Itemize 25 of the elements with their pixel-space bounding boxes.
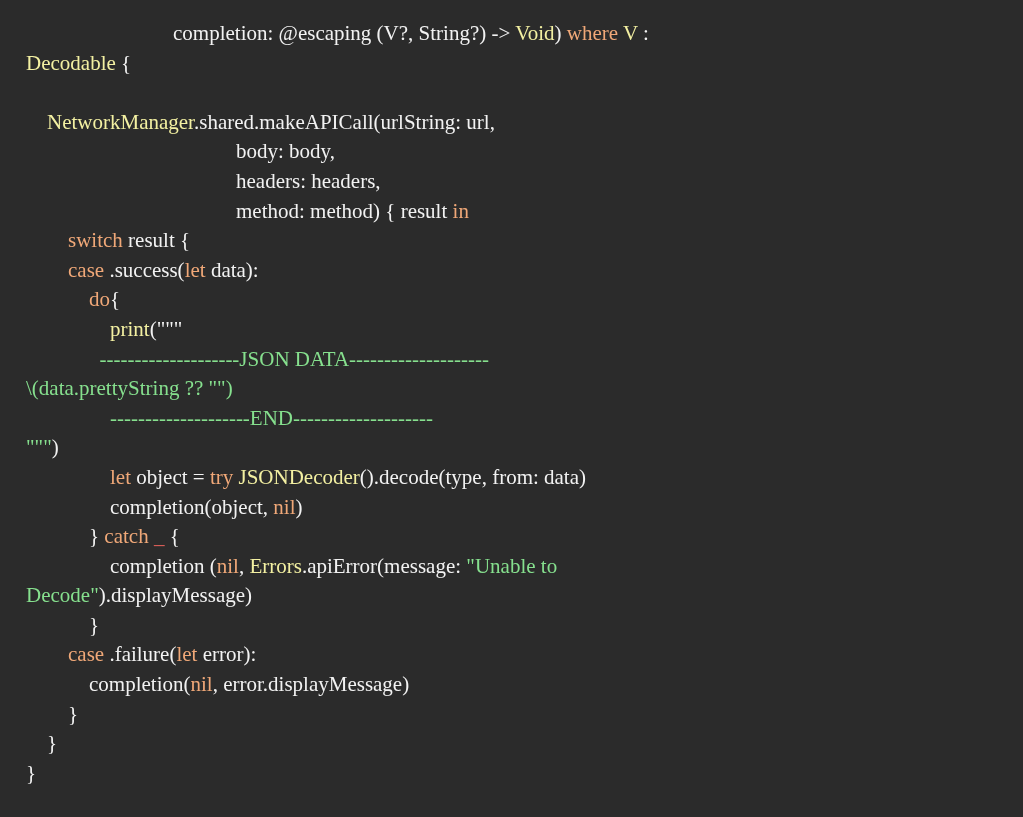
code-line: NetworkManager.shared.makeAPICall(urlString: url, <box>47 108 495 136</box>
code-line: } <box>47 730 58 758</box>
code-line: method: method) { result in <box>236 197 469 225</box>
code-line: print(""" <box>110 315 183 343</box>
code-line: } <box>26 759 37 787</box>
code-line: --------------------END-------------------- <box>110 404 433 432</box>
code-line: let object = try JSONDecoder().decode(type, from: data) <box>110 463 587 491</box>
code-line: } catch _ { <box>89 523 180 551</box>
code-line: completion(nil, error.displayMessage) <box>89 671 410 699</box>
code-line: switch result { <box>68 227 191 255</box>
code-line: case .failure(let error): <box>68 641 257 669</box>
code-line: } <box>68 700 79 728</box>
code-line: Decode").displayMessage) <box>26 582 253 610</box>
code-line: \(data.prettyString ?? "") <box>26 375 233 403</box>
code-line: } <box>89 611 100 639</box>
code-line: completion: @escaping (V?, String?) -> Void) where V : <box>173 20 649 47</box>
code-line: --------------------JSON DATA-------------------- <box>99 345 489 373</box>
code-line: do{ <box>89 286 121 314</box>
code-line: case .success(let data): <box>68 256 259 284</box>
code-line: body: body, <box>236 138 335 166</box>
code-line: headers: headers, <box>236 167 381 195</box>
code-line: completion (nil, Errors.apiError(message: "Unable to <box>110 552 558 580</box>
code-line: Decodable { <box>26 49 132 77</box>
code-line: """) <box>26 434 59 462</box>
code-line: completion(object, nil) <box>110 493 303 521</box>
